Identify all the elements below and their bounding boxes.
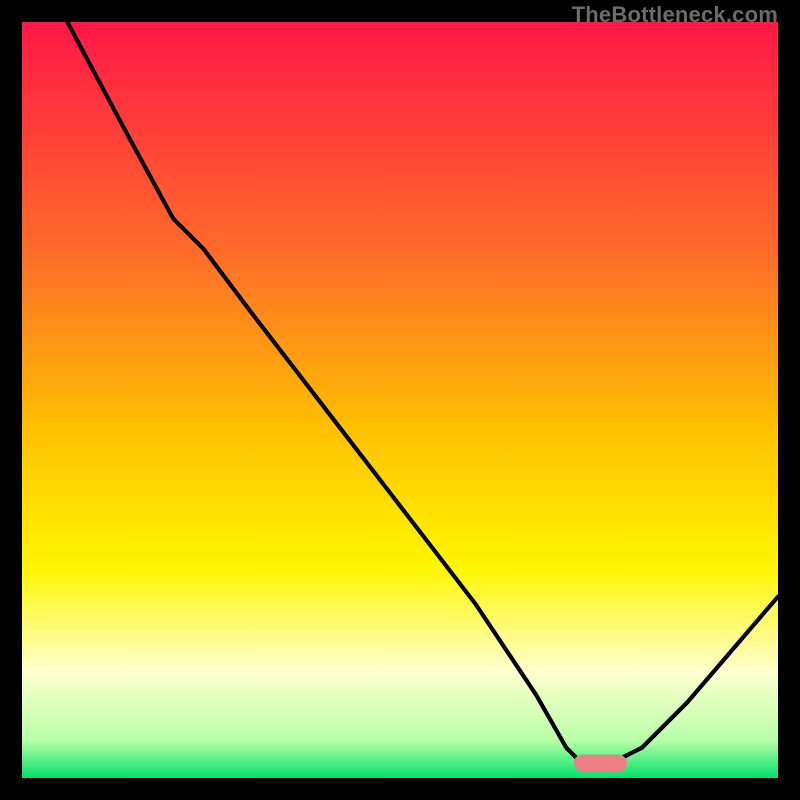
plot-area bbox=[22, 22, 778, 778]
gradient-background bbox=[22, 22, 778, 778]
chart-svg bbox=[22, 22, 778, 778]
chart-frame: TheBottleneck.com bbox=[0, 0, 800, 800]
optimal-range-marker bbox=[574, 755, 627, 772]
